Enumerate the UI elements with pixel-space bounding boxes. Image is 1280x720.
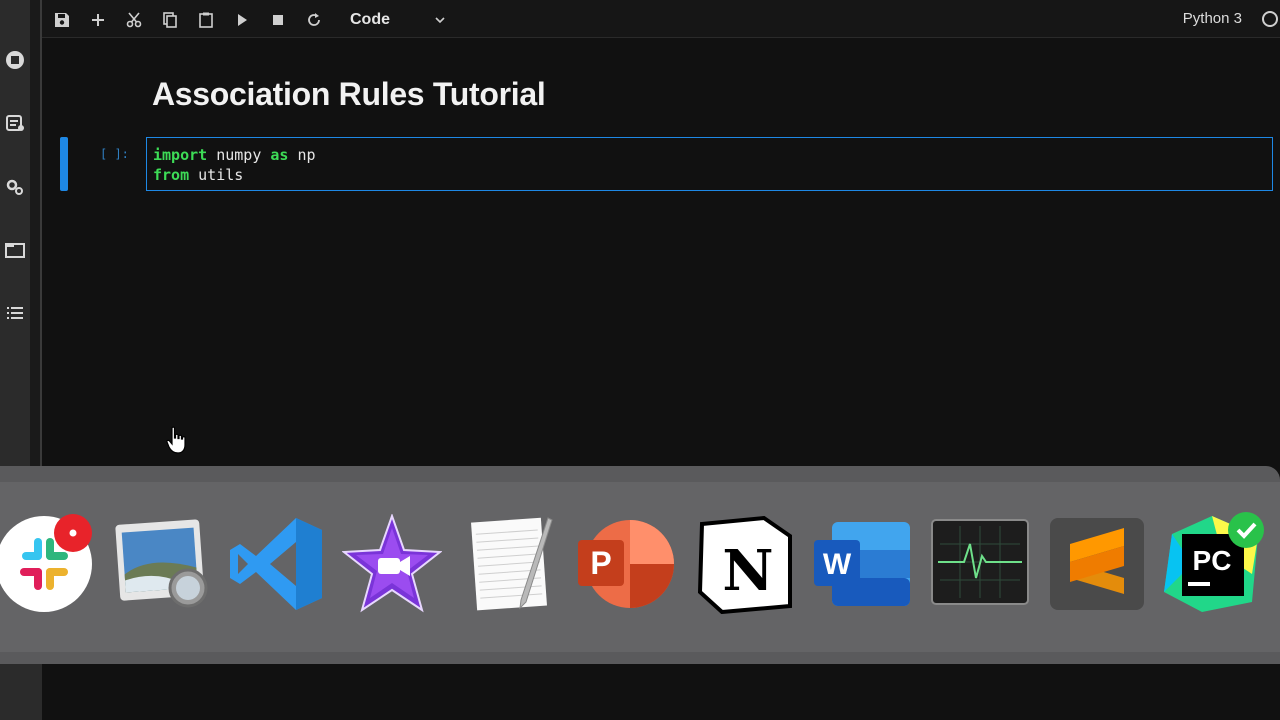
- vscode-app-icon[interactable]: [226, 514, 326, 614]
- activity-monitor-app-icon[interactable]: [930, 514, 1030, 614]
- macos-dock: P N W PC: [0, 466, 1280, 664]
- tabs-icon[interactable]: [3, 238, 27, 262]
- active-cell-indicator[interactable]: [60, 137, 68, 191]
- kernel-name[interactable]: Python 3: [1183, 10, 1242, 27]
- word-app-icon[interactable]: W: [812, 514, 912, 614]
- cell-prompt: [ ]:: [100, 147, 129, 161]
- settings-icon[interactable]: [3, 175, 27, 199]
- notebook-heading: Association Rules Tutorial: [152, 76, 546, 112]
- svg-text:N: N: [722, 538, 773, 604]
- keyword: from: [153, 166, 190, 184]
- hand-pointer-icon: [166, 426, 186, 454]
- kernel-status-icon: [1262, 11, 1278, 27]
- svg-text:PC: PC: [1193, 545, 1232, 576]
- cut-icon[interactable]: [122, 8, 146, 32]
- code-text: utils: [189, 166, 244, 184]
- textedit-app-icon[interactable]: [460, 514, 560, 614]
- cell-type-select[interactable]: Code: [342, 6, 454, 34]
- stop-icon[interactable]: [266, 8, 290, 32]
- chevron-down-icon: [435, 17, 445, 24]
- notebook-area-bottom: [0, 664, 1280, 720]
- preview-app-icon[interactable]: [110, 514, 210, 614]
- svg-text:W: W: [823, 548, 852, 581]
- code-cell-editor[interactable]: import numpy as np from utils: [146, 137, 1273, 191]
- paste-icon[interactable]: [194, 8, 218, 32]
- restart-icon[interactable]: [302, 8, 326, 32]
- sidebar-bottom: [0, 664, 42, 720]
- notification-badge: [54, 514, 92, 552]
- svg-text:P: P: [590, 545, 611, 581]
- save-icon[interactable]: [50, 8, 74, 32]
- copy-icon[interactable]: [158, 8, 182, 32]
- code-line: import numpy as np: [153, 146, 316, 164]
- sublime-text-app-icon[interactable]: [1048, 514, 1148, 614]
- running-icon[interactable]: [3, 48, 27, 72]
- toc-icon[interactable]: [3, 301, 27, 325]
- cell-type-value: Code: [350, 11, 390, 28]
- add-icon[interactable]: [86, 8, 110, 32]
- notion-app-icon[interactable]: N: [694, 514, 794, 615]
- code-text: numpy: [207, 146, 271, 164]
- imovie-app-icon[interactable]: [341, 512, 443, 614]
- code-line: from utils: [153, 166, 243, 184]
- checkmark-badge-icon: [1228, 512, 1264, 548]
- powerpoint-app-icon[interactable]: P: [576, 514, 676, 614]
- code-text: np: [288, 146, 316, 164]
- run-icon[interactable]: [230, 8, 254, 32]
- commands-icon[interactable]: [3, 111, 27, 135]
- keyword: import: [153, 146, 208, 164]
- keyword: as: [270, 146, 289, 164]
- notebook-toolbar: Code Python 3: [42, 0, 1280, 38]
